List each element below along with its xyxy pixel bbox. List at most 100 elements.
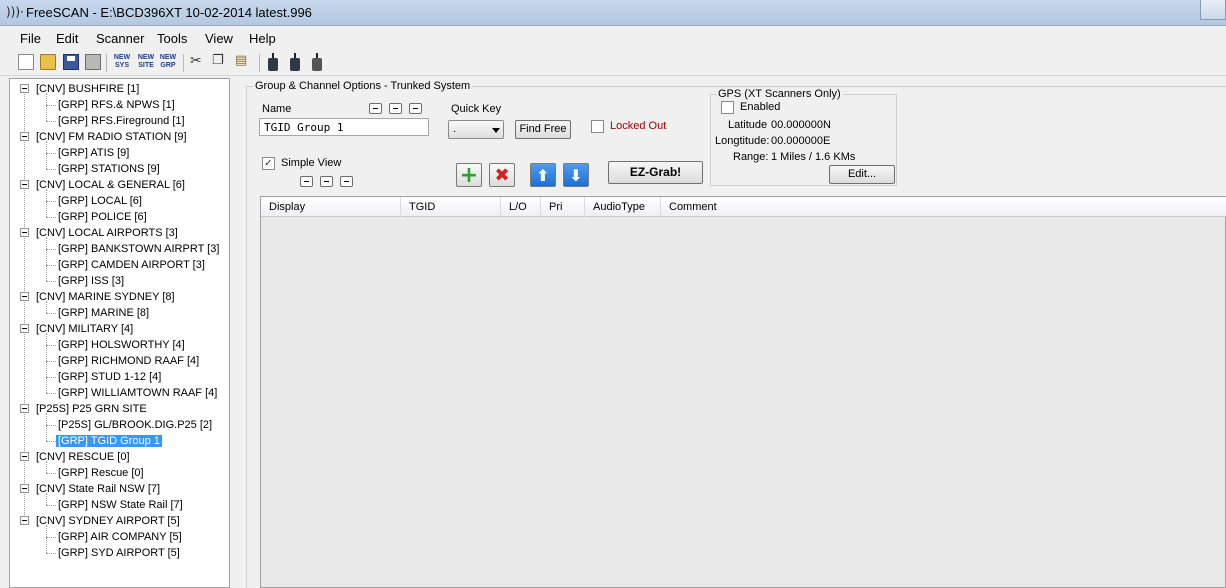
tree-item-group[interactable]: [GRP] BANKSTOWN AIRPRT [3] (56, 241, 221, 257)
tree-item-group[interactable]: [GRP] MARINE [8] (56, 305, 151, 321)
tree-item-group[interactable]: [GRP] RFS.Fireground [1] (56, 113, 187, 129)
new-file-icon[interactable] (18, 54, 34, 70)
tree-item-group[interactable]: [GRP] STUD 1-12 [4] (56, 369, 163, 385)
tree-item-label: [GRP] BANKSTOWN AIRPRT [3] (58, 243, 220, 255)
new-system-button[interactable]: NEW SYS (112, 54, 132, 70)
tree-item-group[interactable]: [GRP] ATIS [9] (56, 145, 131, 161)
tree-item-system[interactable]: [CNV] State Rail NSW [7] (34, 481, 162, 497)
tree-item-group[interactable]: [GRP] RICHMOND RAAF [4] (56, 353, 201, 369)
tree-connector (46, 473, 56, 474)
save-icon[interactable] (63, 54, 79, 70)
tree-item-group[interactable]: [GRP] Rescue [0] (56, 465, 146, 481)
tree-item-label: [GRP] STATIONS [9] (58, 163, 160, 175)
scanner-control-icon[interactable] (312, 53, 322, 71)
tree-connector (46, 361, 56, 362)
move-down-button[interactable]: ⬇ (563, 163, 589, 187)
tree-item-group[interactable]: [GRP] AIR COMPANY [5] (56, 529, 184, 545)
move-up-button[interactable]: ⬆ (530, 163, 556, 187)
collapse-icon[interactable] (20, 324, 29, 333)
channel-grid[interactable]: Display TGID L/O Pri AudioType Comment (260, 196, 1226, 588)
tree-item-label: [GRP] SYD AIRPORT [5] (58, 547, 180, 559)
menu-file[interactable]: File (20, 31, 41, 46)
column-priority[interactable]: Pri (541, 197, 585, 217)
read-scanner-icon[interactable] (268, 53, 278, 71)
find-free-button[interactable]: Find Free (515, 120, 571, 139)
collapse-icon[interactable] (20, 484, 29, 493)
paste-icon[interactable]: ▤ (235, 53, 247, 68)
collapse-icon[interactable] (20, 516, 29, 525)
tree-connector (46, 553, 56, 554)
tree-item-group[interactable]: [GRP] NSW State Rail [7] (56, 497, 185, 513)
tree-item-system[interactable]: [CNV] RESCUE [0] (34, 449, 132, 465)
locked-out-checkbox[interactable] (591, 120, 604, 133)
tree-item-group[interactable]: [GRP] WILLIAMTOWN RAAF [4] (56, 385, 219, 401)
tree-item-system[interactable]: [CNV] FM RADIO STATION [9] (34, 129, 189, 145)
column-tgid[interactable]: TGID (401, 197, 501, 217)
tree-item-group[interactable]: [GRP] CAMDEN AIRPORT [3] (56, 257, 207, 273)
tree-item-system[interactable]: [P25S] P25 GRN SITE (34, 401, 149, 417)
grid-header: Display TGID L/O Pri AudioType Comment (261, 197, 1226, 217)
name-input[interactable]: TGID Group 1 (259, 118, 429, 136)
tree-item-group[interactable]: [GRP] STATIONS [9] (56, 161, 162, 177)
menu-scanner[interactable]: Scanner (96, 31, 144, 46)
tree-item-system[interactable]: [CNV] SYDNEY AIRPORT [5] (34, 513, 182, 529)
gps-edit-button[interactable]: Edit... (829, 165, 895, 184)
collapse-icon[interactable] (20, 452, 29, 461)
column-audiotype[interactable]: AudioType (585, 197, 661, 217)
new-site-button[interactable]: NEW SITE (136, 54, 156, 70)
write-scanner-icon[interactable] (290, 53, 300, 71)
menu-tools[interactable]: Tools (157, 31, 187, 46)
open-folder-icon[interactable] (40, 54, 56, 70)
tree-connector (46, 201, 56, 202)
tree-item-system[interactable]: [CNV] BUSHFIRE [1] (34, 81, 141, 97)
tree-item-system[interactable]: [CNV] LOCAL AIRPORTS [3] (34, 225, 180, 241)
locked-out-label: Locked Out (610, 120, 667, 132)
column-comment[interactable]: Comment (661, 197, 1226, 217)
tree-item-group[interactable]: [GRP] SYD AIRPORT [5] (56, 545, 182, 561)
tree-item-system[interactable]: [CNV] LOCAL & GENERAL [6] (34, 177, 187, 193)
window-close-button[interactable] (1200, 0, 1226, 20)
copy-icon[interactable]: ❐ (212, 53, 224, 68)
cut-icon[interactable]: ✂ (190, 53, 202, 69)
column-display[interactable]: Display (261, 197, 401, 217)
name-format-button-2[interactable] (389, 103, 402, 114)
column-lockout[interactable]: L/O (501, 197, 541, 217)
gps-enabled-checkbox[interactable] (721, 101, 734, 114)
tree-item-group[interactable]: [GRP] HOLSWORTHY [4] (56, 337, 187, 353)
tree-item-group[interactable]: [P25S] GL/BROOK.DIG.P25 [2] (56, 417, 214, 433)
tree-item-group[interactable]: [GRP] LOCAL [6] (56, 193, 144, 209)
tree-connector (46, 249, 56, 250)
collapse-icon[interactable] (20, 132, 29, 141)
quick-key-select[interactable]: . (448, 120, 504, 139)
print-icon[interactable] (85, 54, 101, 70)
tree-connector (46, 265, 56, 266)
new-group-button[interactable]: NEW GRP (158, 54, 178, 70)
view-format-button-2[interactable] (320, 176, 333, 187)
add-channel-button[interactable]: + (456, 163, 482, 188)
tree-item-group[interactable]: [GRP] RFS.& NPWS [1] (56, 97, 177, 113)
tree-item-system[interactable]: [CNV] MILITARY [4] (34, 321, 135, 337)
collapse-icon[interactable] (20, 404, 29, 413)
menu-view[interactable]: View (205, 31, 233, 46)
view-format-button-3[interactable] (340, 176, 353, 187)
collapse-icon[interactable] (20, 180, 29, 189)
tree-item-group[interactable]: [GRP] TGID Group 1 (56, 433, 162, 449)
delete-channel-button[interactable]: ✖ (489, 163, 515, 187)
new-site-label-top: NEW (137, 54, 155, 61)
tree-item-group[interactable]: [GRP] ISS [3] (56, 273, 126, 289)
view-format-button-1[interactable] (300, 176, 313, 187)
collapse-icon[interactable] (20, 84, 29, 93)
collapse-icon[interactable] (20, 292, 29, 301)
ez-grab-button[interactable]: EZ-Grab! (608, 161, 703, 184)
tree-item-label: [GRP] HOLSWORTHY [4] (58, 339, 185, 351)
name-format-button-3[interactable] (409, 103, 422, 114)
menu-help[interactable]: Help (249, 31, 276, 46)
collapse-icon[interactable] (20, 228, 29, 237)
gps-enabled-label: Enabled (740, 101, 781, 113)
tree-item-group[interactable]: [GRP] POLICE [6] (56, 209, 149, 225)
simple-view-checkbox[interactable]: ✓ (262, 157, 275, 170)
tree-item-system[interactable]: [CNV] MARINE SYDNEY [8] (34, 289, 177, 305)
system-tree[interactable]: [CNV] BUSHFIRE [1] [GRP] RFS.& NPWS [1] [G… (9, 78, 230, 588)
menu-edit[interactable]: Edit (56, 31, 78, 46)
name-format-button-1[interactable] (369, 103, 382, 114)
